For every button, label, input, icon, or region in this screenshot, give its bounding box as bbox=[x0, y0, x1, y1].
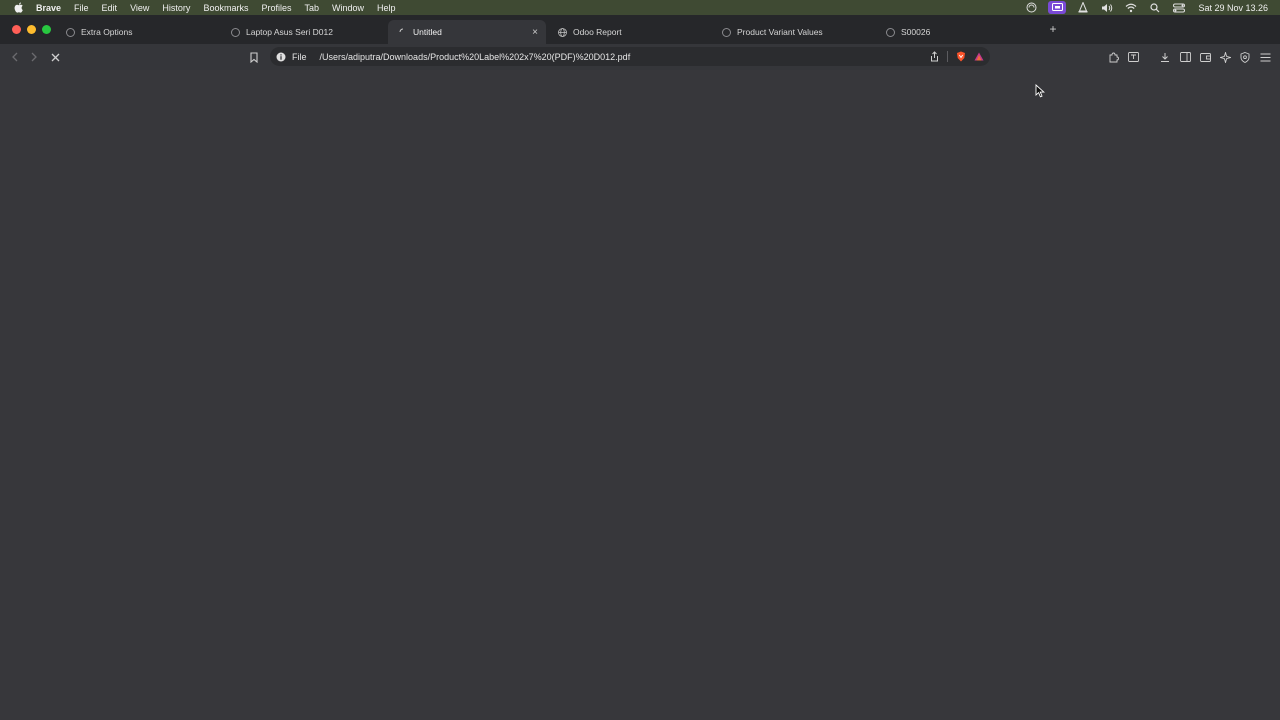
share-icon[interactable] bbox=[930, 51, 939, 62]
tab-spinner-icon bbox=[398, 28, 407, 37]
brave-shields-icon[interactable] bbox=[956, 51, 966, 62]
tab-title: Laptop Asus Seri D012 bbox=[246, 27, 333, 37]
tab-title: Untitled bbox=[413, 27, 442, 37]
downloads-icon[interactable] bbox=[1158, 50, 1172, 64]
forward-arrow-icon[interactable] bbox=[27, 50, 41, 64]
menu-app-brave[interactable]: Brave bbox=[36, 3, 61, 13]
menu-history[interactable]: History bbox=[162, 3, 190, 13]
screen-sharing-icon[interactable] bbox=[1024, 1, 1038, 14]
tab-title: Extra Options bbox=[81, 27, 133, 37]
menu-file[interactable]: File bbox=[74, 3, 89, 13]
globe-icon bbox=[558, 27, 567, 37]
browser-tab-strip: Extra Options Laptop Asus Seri D012 Unti… bbox=[0, 15, 1280, 44]
macos-menu-bar: Brave File Edit View History Bookmarks P… bbox=[0, 0, 1280, 15]
brave-rewards-icon[interactable] bbox=[974, 52, 984, 61]
tab-product-variant-values[interactable]: Product Variant Values bbox=[722, 20, 880, 44]
tab-loading-icon bbox=[66, 27, 75, 37]
extensions-puzzle-icon[interactable] bbox=[1106, 50, 1120, 64]
main-menu-hamburger-icon[interactable] bbox=[1258, 50, 1272, 64]
sidebar-icon[interactable] bbox=[1178, 50, 1192, 64]
menu-bookmarks[interactable]: Bookmarks bbox=[203, 3, 248, 13]
wallet-icon[interactable] bbox=[1198, 50, 1212, 64]
address-bar-actions bbox=[930, 47, 984, 66]
browser-toolbar: File /Users/adiputra/Downloads/Product%2… bbox=[0, 44, 1280, 70]
apple-icon[interactable] bbox=[12, 2, 26, 13]
tab-title: S00026 bbox=[901, 27, 931, 37]
tab-s00026[interactable]: S00026 bbox=[886, 20, 1036, 44]
menu-window[interactable]: Window bbox=[332, 3, 364, 13]
info-icon[interactable] bbox=[276, 52, 286, 62]
close-window-button[interactable] bbox=[12, 25, 21, 34]
stop-loading-icon[interactable] bbox=[48, 50, 62, 64]
volume-icon[interactable] bbox=[1100, 1, 1114, 14]
spotlight-search-icon[interactable] bbox=[1148, 1, 1162, 14]
tab-title: Product Variant Values bbox=[737, 27, 823, 37]
tab-loading-icon bbox=[231, 27, 240, 37]
tab-untitled-active[interactable]: Untitled × bbox=[388, 20, 546, 44]
window-controls bbox=[12, 25, 51, 34]
vlc-cone-icon[interactable] bbox=[1076, 1, 1090, 14]
tab-laptop-asus[interactable]: Laptop Asus Seri D012 bbox=[231, 20, 387, 44]
menu-edit[interactable]: Edit bbox=[102, 3, 118, 13]
new-tab-plus-icon[interactable]: + bbox=[1047, 22, 1059, 36]
menu-bar-status-area: Sat 29 Nov 13.26 bbox=[1024, 0, 1268, 15]
back-arrow-icon[interactable] bbox=[8, 50, 22, 64]
menu-view[interactable]: View bbox=[130, 3, 149, 13]
address-bar[interactable]: File /Users/adiputra/Downloads/Product%2… bbox=[270, 47, 990, 66]
page-content-area[interactable] bbox=[0, 70, 1280, 720]
mouse-cursor-icon bbox=[1035, 84, 1045, 98]
tab-extra-options[interactable]: Extra Options bbox=[66, 20, 224, 44]
tab-loading-icon bbox=[886, 27, 895, 37]
menu-bar-clock[interactable]: Sat 29 Nov 13.26 bbox=[1198, 3, 1268, 13]
tab-loading-icon bbox=[722, 27, 731, 37]
menu-tab[interactable]: Tab bbox=[304, 3, 319, 13]
wifi-icon[interactable] bbox=[1124, 1, 1138, 14]
screen-recording-icon[interactable] bbox=[1048, 1, 1067, 14]
bookmark-icon[interactable] bbox=[247, 50, 261, 64]
menu-profiles[interactable]: Profiles bbox=[261, 3, 291, 13]
leo-ai-sparkle-icon[interactable] bbox=[1218, 50, 1232, 64]
url-scheme-label: File bbox=[292, 51, 307, 62]
zoom-window-button[interactable] bbox=[42, 25, 51, 34]
url-text[interactable]: /Users/adiputra/Downloads/Product%20Labe… bbox=[320, 52, 631, 62]
menu-help[interactable]: Help bbox=[377, 3, 396, 13]
tab-odoo-report[interactable]: Odoo Report bbox=[558, 20, 714, 44]
tab-title: Odoo Report bbox=[573, 27, 622, 37]
translate-icon[interactable] bbox=[1126, 50, 1140, 64]
control-center-icon[interactable] bbox=[1172, 1, 1186, 14]
divider bbox=[947, 51, 948, 62]
minimize-window-button[interactable] bbox=[27, 25, 36, 34]
vpn-shield-icon[interactable] bbox=[1238, 50, 1252, 64]
close-tab-icon[interactable]: × bbox=[530, 27, 540, 38]
